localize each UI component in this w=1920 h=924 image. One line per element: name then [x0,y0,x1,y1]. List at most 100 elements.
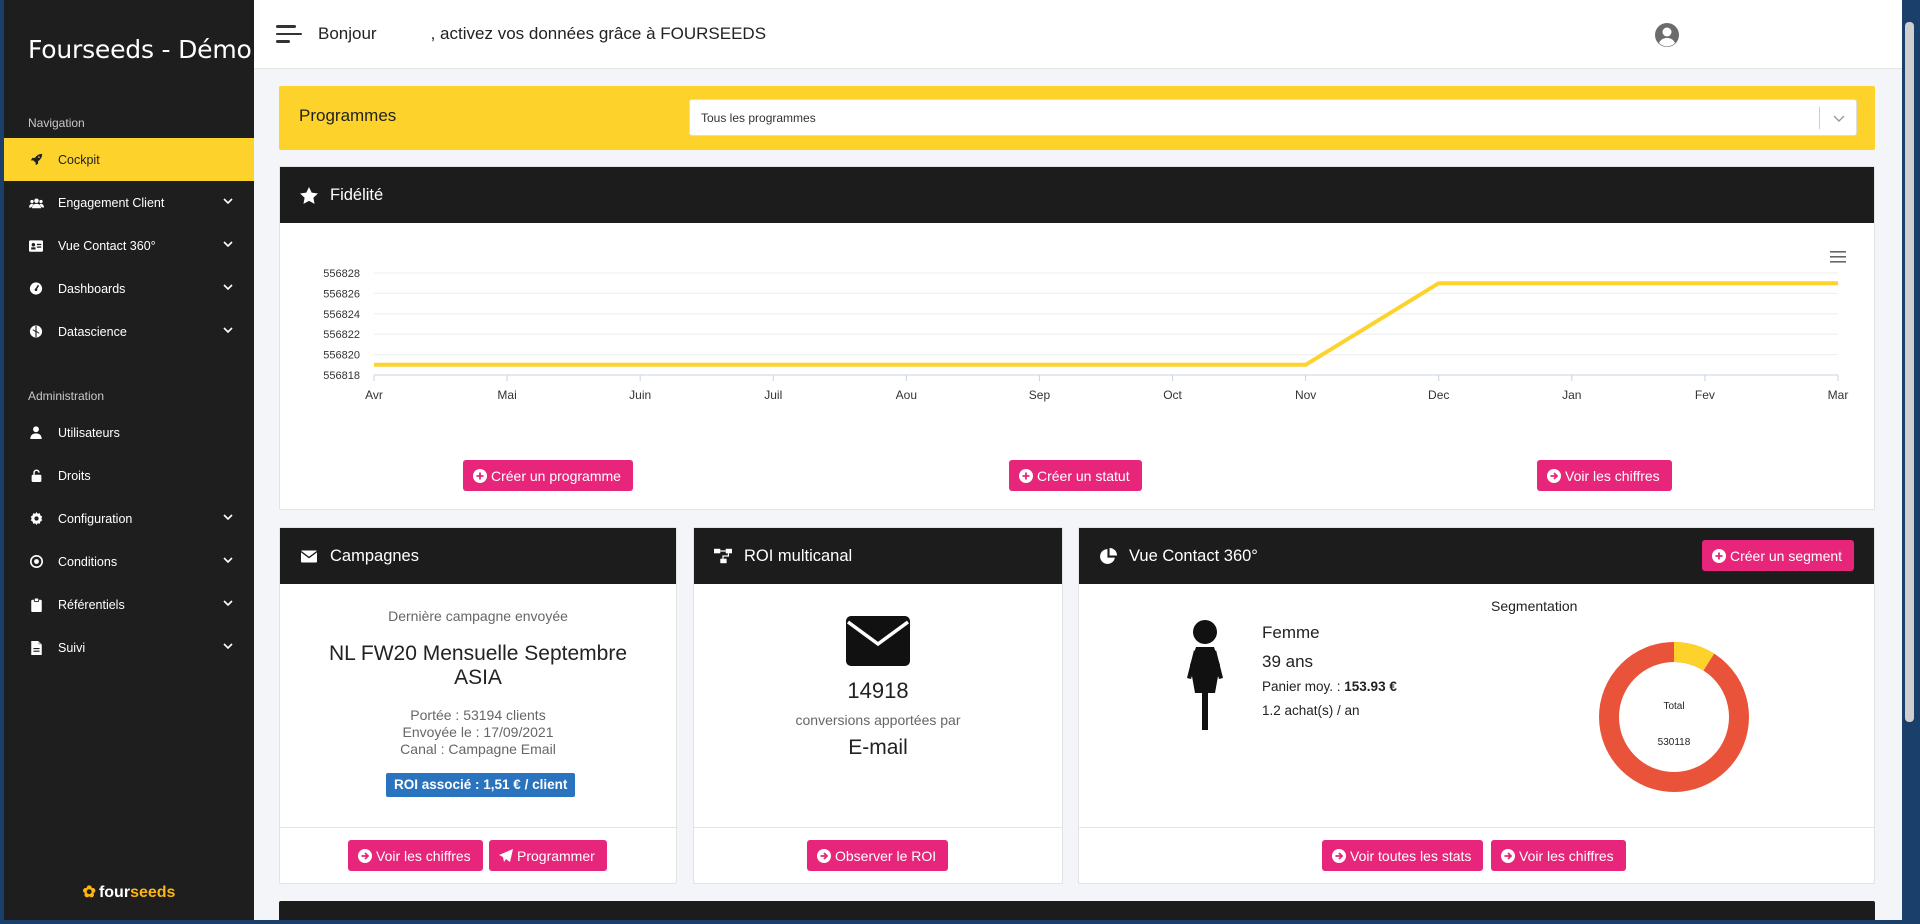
sidebar-item-label: Droits [58,468,91,483]
user-avatar-icon[interactable] [1654,22,1680,48]
gear-icon [28,511,44,527]
plus-circle-icon [1712,548,1726,563]
x-tick-label: Fev [1695,388,1715,402]
programmes-label: Programmes [299,106,397,125]
fidelite-header: Fidélité [280,167,1874,223]
programmes-select-value: Tous les programmes [701,111,816,125]
sidebar-item-label: Utilisateurs [58,425,120,440]
observe-roi-label: Observer le ROI [835,847,937,864]
campaign-subtitle: Dernière campagne envoyée [388,608,568,624]
roi-header: ROI multicanal [694,528,1062,584]
programmes-bar: Programmes Tous les programmes [279,86,1875,150]
y-tick-label: 556818 [323,370,360,382]
rocket-icon [28,152,44,168]
envelope-icon [300,547,318,565]
chevron-down-icon [223,327,233,334]
campagnes-title: Campagnes [330,546,419,565]
nav-heading: Navigation [28,116,85,130]
sidebar-item-datascience[interactable]: Datascience [4,310,254,353]
sidebar-item-configuration[interactable]: Configuration [4,497,254,540]
sidebar-item-droits[interactable]: Droits [4,454,254,497]
fidelite-see-figures-label: Voir les chiffres [1565,467,1660,484]
plus-circle-icon [1019,468,1033,483]
sidebar-item-label: Cockpit [58,152,100,167]
sidebar-item-label: Dashboards [58,281,126,296]
campaign-reach: Portée : 53194 clients [410,707,546,723]
sidebar-item-cockpit[interactable]: Cockpit [4,138,254,181]
chevron-down-icon [223,514,233,521]
sidebar-item-referentiels[interactable]: Référentiels [4,583,254,626]
chart-series-line [374,281,1838,367]
pie-chart-icon [1099,547,1117,565]
greeting-start: Bonjour [318,24,377,43]
female-icon [1187,620,1223,730]
scrollbar-thumb[interactable] [1905,22,1914,722]
star-icon [300,186,318,204]
fidelite-see-figures-button[interactable]: Voir les chiffres [1537,460,1672,491]
donut-slice-main [1599,642,1749,792]
arrow-circle-right-icon [1547,468,1561,483]
create-segment-button[interactable]: Créer un segment [1702,540,1855,571]
gauge-icon [28,281,44,297]
campaign-channel: Canal : Campagne Email [400,741,556,757]
observe-roi-button[interactable]: Observer le ROI [807,840,949,871]
sidebar-item-dashboards[interactable]: Dashboards [4,267,254,310]
next-card-header [279,901,1875,920]
x-tick-label: Aou [896,388,917,402]
brand-title: Fourseeds - Démo [28,35,252,64]
create-status-label: Créer un statut [1037,467,1130,484]
segmentation-title: Segmentation [1491,598,1578,614]
segmentation-donut-chart [1599,642,1749,792]
id-card-icon [28,238,44,254]
x-tick-label: Nov [1295,388,1316,402]
contact-see-figures-button[interactable]: Voir les chiffres [1491,840,1626,871]
y-tick-label: 556824 [323,309,360,321]
paper-plane-icon [499,848,513,863]
campaign-see-figures-label: Voir les chiffres [376,847,471,864]
sidebar-item-engagement-client[interactable]: Engagement Client [4,181,254,224]
roi-title: ROI multicanal [744,546,853,565]
schedule-button[interactable]: Programmer [489,840,607,871]
see-all-stats-label: Voir toutes les stats [1350,847,1472,864]
campaign-name-line1: NL FW20 Mensuelle Septembre [328,642,628,665]
chevron-down-icon [223,241,233,248]
seed-icon: ✿ [82,884,96,901]
sidebar: Fourseeds - Démo Navigation Cockpit Enga… [4,0,254,920]
roi-value: 14918 [847,678,909,703]
sidebar-item-label: Configuration [58,511,133,526]
see-all-stats-button[interactable]: Voir toutes les stats [1322,840,1484,871]
logo-seeds: seeds [130,884,176,901]
contact-age: 39 ans [1262,652,1314,671]
brain-icon [28,324,44,340]
contact-360-title: Vue Contact 360° [1129,546,1258,565]
sidebar-item-vue-contact[interactable]: Vue Contact 360° [4,224,254,267]
campaign-see-figures-button[interactable]: Voir les chiffres [348,840,483,871]
create-program-button[interactable]: Créer un programme [463,460,633,491]
menu-toggle-icon[interactable] [276,24,302,44]
create-status-button[interactable]: Créer un statut [1009,460,1142,491]
contact-see-figures-label: Voir les chiffres [1519,847,1614,864]
file-icon [28,640,44,656]
sidebar-item-suivi[interactable]: Suivi [4,626,254,669]
x-tick-label: Juil [764,388,782,402]
chart-menu-icon[interactable] [1830,250,1848,264]
logo-four: four [98,884,131,901]
basket-value: 153.93 € [1344,679,1397,694]
chevron-down-icon [223,198,233,205]
create-program-label: Créer un programme [491,467,621,484]
arrow-circle-right-icon [358,848,372,863]
greeting-end: , activez vos données grâce à FOURSEEDS [430,24,767,43]
x-tick-label: Mai [497,388,516,402]
x-tick-label: Jan [1562,388,1581,402]
chevron-down-icon [223,557,233,564]
contact-gender: Femme [1262,623,1320,642]
sidebar-item-label: Suivi [58,640,86,655]
greeting: Bonjour , activez vos données grâce à FOU… [318,24,766,44]
sidebar-item-utilisateurs[interactable]: Utilisateurs [4,411,254,454]
campagnes-card: Campagnes Dernière campagne envoyée NL F… [279,527,677,884]
sidebar-item-label: Engagement Client [58,195,165,210]
basket-label: Panier moy. : [1262,679,1345,694]
envelope-icon [846,616,910,666]
programmes-select[interactable]: Tous les programmes [689,99,1857,136]
sidebar-item-conditions[interactable]: Conditions [4,540,254,583]
